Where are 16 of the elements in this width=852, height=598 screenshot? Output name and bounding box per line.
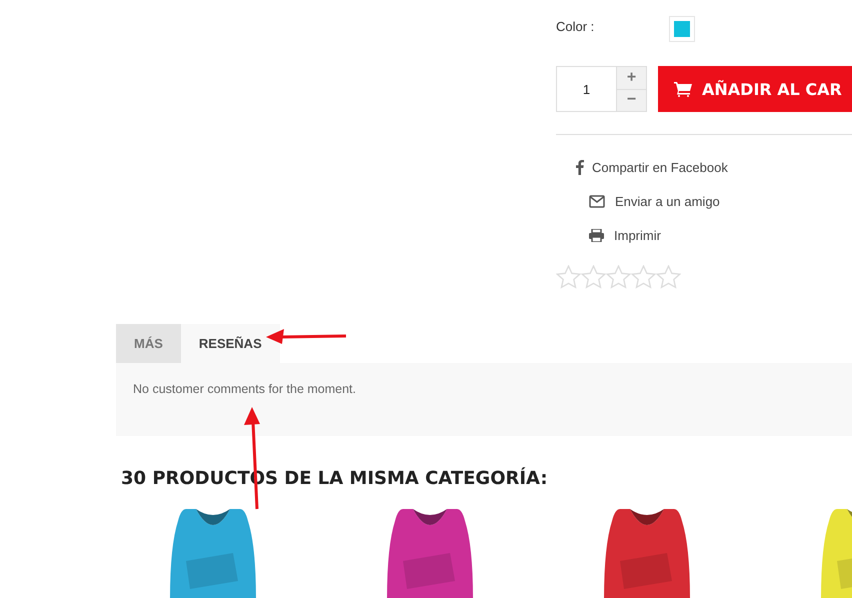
printer-icon xyxy=(589,228,604,242)
tab[interactable]: MÁS xyxy=(116,324,181,363)
envelope-icon xyxy=(589,194,605,208)
share-link[interactable]: Enviar a un amigo xyxy=(589,193,852,209)
color-label: Color : xyxy=(556,18,596,34)
quantity-field[interactable]: 1 xyxy=(556,66,617,112)
reviews-message: No customer comments for the moment. xyxy=(133,382,357,396)
color-swatch[interactable] xyxy=(670,17,694,41)
cart-icon xyxy=(674,81,692,97)
increment-button[interactable]: + xyxy=(617,66,647,90)
tab[interactable]: RESEÑAS xyxy=(180,324,280,363)
add-to-cart-button[interactable]: AÑADIR AL CAR xyxy=(658,66,852,112)
facebook-icon xyxy=(576,160,584,174)
share-link[interactable]: Imprimir xyxy=(589,227,852,243)
decrement-button[interactable]: − xyxy=(617,90,647,112)
share-link[interactable]: Compartir en Facebook xyxy=(576,159,852,175)
